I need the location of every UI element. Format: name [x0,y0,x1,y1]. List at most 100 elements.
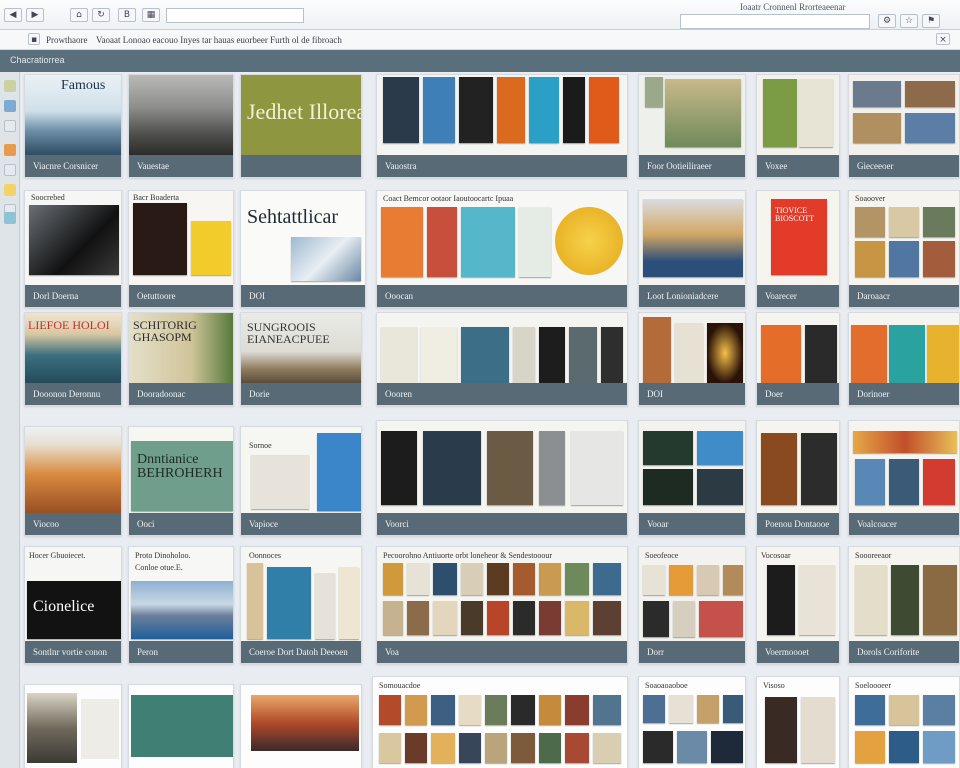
tile-heading: Oonnoces [249,551,281,560]
tile-heading: Soocrebed [31,193,65,202]
image-icon[interactable] [4,144,16,156]
tile-caption: Sontlnr vortie conon [25,641,121,663]
tile-card[interactable]: Soeloooeer [848,676,960,768]
title-toolbar: ◀ ▶ ⌂ ↻ B ▦ Ioaatr Cronnenl Rrorteaeenar… [0,0,960,30]
tile-card[interactable]: SCHITORIG GHASOPM Dooradoonac [128,312,234,406]
tile-card[interactable]: Hocer Gbuoiecet. Cionelice Sontlnr vorti… [24,546,122,664]
tile-caption: Vooar [639,513,745,535]
tile-card[interactable] [128,684,234,768]
tile-caption: Dorie [241,383,361,405]
tile-caption: Voxee [757,155,839,177]
settings-icon[interactable]: ⚙ [878,14,896,28]
tile-heading: Dnntianice BEHROHERH [137,452,223,481]
tile-caption: Ooocan [377,285,627,307]
tile-card[interactable]: Somouacdoe [372,676,628,768]
tag-icon[interactable] [4,80,16,92]
refresh-icon[interactable]: ↻ [92,8,110,22]
folder-icon[interactable] [4,100,16,112]
tile-card[interactable] [240,684,362,768]
tile-card[interactable]: DOI [638,312,746,406]
tile-card[interactable]: Vooar [638,420,746,536]
tile-card[interactable]: Soaoaoaoboe [638,676,746,768]
tile-caption: Viocoo [25,513,121,535]
tile-card[interactable]: Vauestae [128,74,234,178]
grid-view-icon[interactable]: ▦ [142,8,160,22]
tile-heading: Soaoover [855,194,886,203]
tile-caption: Dorinoer [849,383,959,405]
tile-card[interactable]: Dnntianice BEHROHERH Ooci [128,426,234,536]
address-bar[interactable] [166,8,304,23]
tile-card[interactable]: Voorci [376,420,628,536]
tile-card[interactable]: Soocrebed Dorl Doerna [24,190,122,308]
tile-card[interactable]: Voalcoacer [848,420,960,536]
tile-caption: DOI [241,285,365,307]
tile-caption: Voorci [377,513,627,535]
window-title: Ioaatr Cronnenl Rrorteaeenar [740,2,846,12]
tile-caption: Dorl Doerna [25,285,121,307]
tile-card[interactable]: Loot Lonioniadcere [638,190,746,308]
tile-card[interactable]: Gieceeoer [848,74,960,178]
breadcrumb-root[interactable]: Prowthaore [46,35,88,45]
tile-card[interactable]: Soeofeoce Dorr [638,546,746,664]
forward-icon[interactable]: ▶ [26,8,44,22]
tile-card[interactable]: Pecoorohno Antiuorte orbt loneheor & Sen… [376,546,628,664]
tile-card[interactable]: Visoso [756,676,840,768]
document-icon[interactable] [4,120,16,132]
tile-card[interactable]: Vauostra [376,74,628,178]
tile-card[interactable]: Oooren [376,312,628,406]
tile-card[interactable]: Sornoe Vapioce [240,426,362,536]
tile-caption: Poenou Dontaooe [757,513,839,535]
tile-card[interactable]: Famous Viacnre Corsnicer [24,74,122,178]
left-rail [0,72,20,768]
tile-caption: Gieceeoer [849,155,959,177]
tile-card[interactable]: Poenou Dontaooe [756,420,840,536]
tile-card[interactable]: Foor Ootieiliraeer [638,74,746,178]
tile-caption: Doer [757,383,839,405]
tile-card[interactable]: SUNGROOIS EIANEACPUEE Dorie [240,312,362,406]
tile-heading: Jedhet Illorear [247,99,361,124]
tile-caption: Vauostra [377,155,627,177]
search-input[interactable] [680,14,870,29]
tile-heading: Soaoaoaoboe [645,681,688,690]
tile-heading: SUNGROOIS EIANEACPUEE [247,320,330,346]
tile-caption: Ooci [129,513,233,535]
tile-heading: Vocosoar [761,551,791,560]
back-icon[interactable]: ◀ [4,8,22,22]
tile-card[interactable]: Doer [756,312,840,406]
tile-card[interactable]: Voxee [756,74,840,178]
breadcrumb-path[interactable]: Vaoaat Lonoao eacouo Inyes tar hauas euo… [96,35,342,45]
tile-card[interactable]: Viocoo [24,426,122,536]
close-icon[interactable]: × [936,33,950,45]
tile-heading: Cionelice [33,598,95,615]
tile-card[interactable]: Soooreeaor Dorols Coriforite [848,546,960,664]
tile-caption: Vapioce [241,513,361,535]
star-icon[interactable]: ☆ [900,14,918,28]
bookmark-icon[interactable]: B [118,8,136,22]
tile-card[interactable]: Oonnoces Coeroe Dort Datoh Deeoen [240,546,362,664]
tile-heading: Soeloooeer [855,681,891,690]
tile-card[interactable]: Soaoover Daroaacr [848,190,960,308]
list-icon[interactable] [4,164,16,176]
breadcrumb-bar: ▪ Prowthaore Vaoaat Lonoao eacouo Inyes … [0,30,960,50]
home-icon[interactable]: ⌂ [70,8,88,22]
grid-icon[interactable] [4,212,16,224]
tile-caption: Loot Lonioniadcere [639,285,745,307]
tile-card[interactable]: Jedhet Illorear [240,74,362,178]
tile-heading: Visoso [763,681,785,690]
tile-card[interactable]: Proto Dinoholoo. Conloe otue.E. Peron [128,546,234,664]
tile-card[interactable]: Vocosoar Voermoooet [756,546,840,664]
tile-card[interactable]: Bacr Boaderta Oetuttoore [128,190,234,308]
tile-card[interactable]: Coact Bemcor ootaor Iaoutoocartc Ipuaa O… [376,190,628,308]
star-icon[interactable] [4,184,16,196]
folder-icon: ▪ [28,33,40,45]
tile-card[interactable]: LIEFOE HOLOI Dooonon Deronnu [24,312,122,406]
tile-heading: Coact Bemcor ootaor Iaoutoocartc Ipuaa [383,194,514,203]
tile-card[interactable]: TIOVICE BIOSCOTT Voarecer [756,190,840,308]
tools-icon[interactable]: ⚑ [922,14,940,28]
tile-caption: Dooonon Deronnu [25,383,121,405]
tile-card[interactable]: Sehtattlicar DOI [240,190,366,308]
tile-card[interactable] [24,684,122,768]
tile-caption: Daroaacr [849,285,959,307]
tile-heading: Proto Dinoholoo. [135,551,191,560]
tile-card[interactable]: Dorinoer [848,312,960,406]
